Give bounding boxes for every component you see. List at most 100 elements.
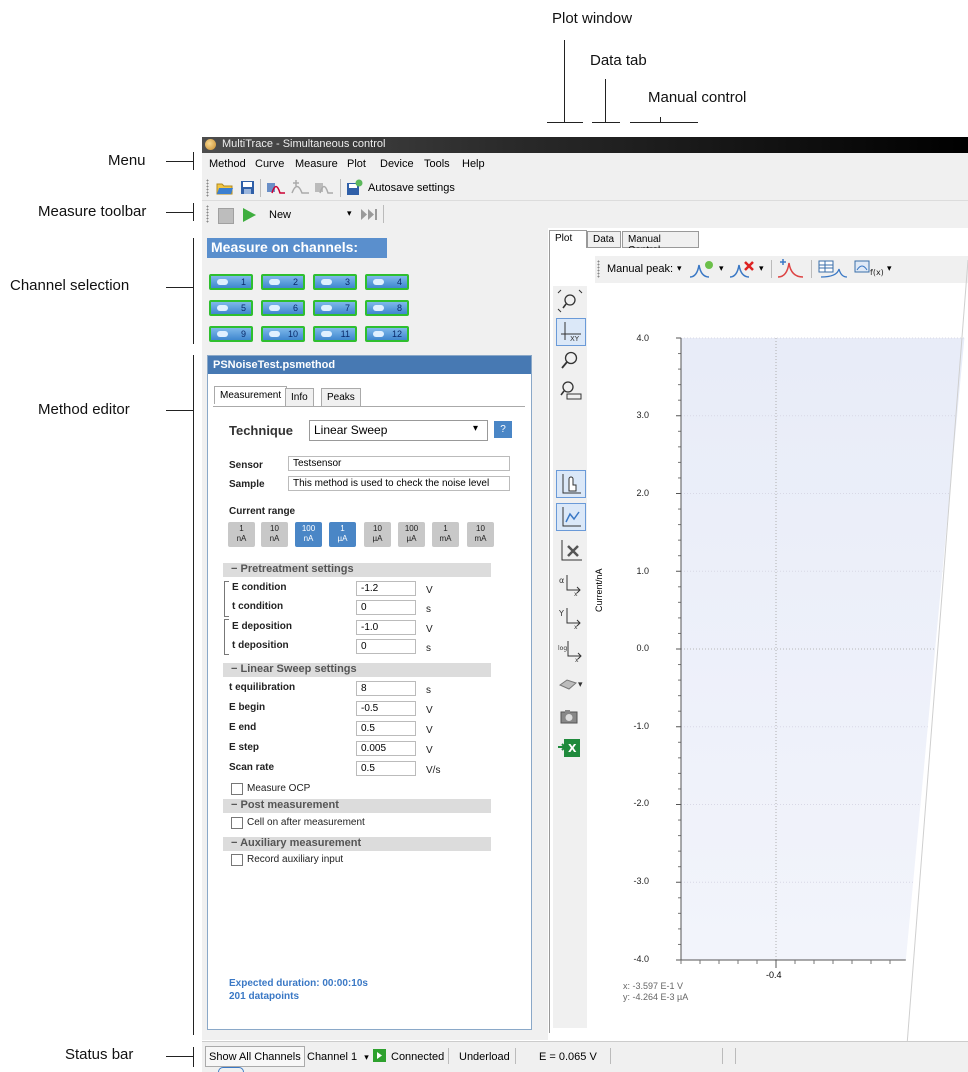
current-range-1ua[interactable]: 1 µA [329,522,356,547]
current-range-10ma[interactable]: 10 mA [467,522,494,547]
sample-input[interactable]: This method is used to check the noise l… [288,476,510,491]
tab-manual-control[interactable]: Manual Control [622,231,699,256]
tab-measurement[interactable]: Measurement [214,386,288,404]
e-deposition-input[interactable]: -1.0 [356,620,416,635]
show-points-button[interactable] [556,503,586,531]
menu-measure[interactable]: Measure [295,158,338,170]
axis-log-icon[interactable]: log x [558,638,584,662]
channel-button-12[interactable]: 12 [365,326,409,342]
menu-tools[interactable]: Tools [424,158,450,170]
menu-method[interactable]: Method [209,158,246,170]
menu-bar: Method Curve Measure Plot Device Tools H… [202,153,968,175]
channel-button-2[interactable]: 2 [261,274,305,290]
chevron-down-icon[interactable]: ▾ [719,263,724,274]
t-equilibration-input[interactable]: 8 [356,681,416,696]
channel-button-6[interactable]: 6 [261,300,305,316]
menu-help[interactable]: Help [462,158,485,170]
t-condition-label: t condition [232,601,284,612]
current-range-100na[interactable]: 100 nA [295,522,322,547]
skip-forward-icon[interactable] [360,208,378,221]
select-curve-button[interactable] [556,470,586,498]
chevron-down-icon[interactable]: ▾ [677,263,682,274]
plot-settings-icon[interactable] [558,538,584,562]
save-icon[interactable] [240,180,255,195]
axis-y-icon[interactable]: Yx [558,605,584,629]
peak-search-icon[interactable] [777,259,805,279]
t-condition-input[interactable]: 0 [356,600,416,615]
e-begin-input[interactable]: -0.5 [356,701,416,716]
toolbar-grip[interactable] [597,260,600,278]
zoom-icon[interactable] [559,350,581,372]
current-range-1ma[interactable]: 1 mA [432,522,459,547]
channel-button-11[interactable]: 11 [313,326,357,342]
sensor-input[interactable]: Testsensor [288,456,510,471]
menu-curve[interactable]: Curve [255,158,284,170]
svg-text:Y: Y [558,609,564,618]
current-range-10ua[interactable]: 10 µA [364,522,391,547]
play-icon[interactable] [241,207,257,223]
deposition-bracket [224,619,229,655]
channel-number: 3 [344,277,350,287]
e-end-input[interactable]: 0.5 [356,721,416,736]
status-separator [722,1048,723,1064]
technique-select[interactable]: Linear Sweep ▾ [309,420,488,441]
cell-on-checkbox[interactable] [231,817,243,829]
tab-info[interactable]: Info [285,388,314,406]
3d-view-icon[interactable]: ▾ [557,675,585,695]
add-peak-icon[interactable] [689,259,717,279]
channel-button-4[interactable]: 4 [365,274,409,290]
technique-help-button[interactable]: ? [494,421,512,438]
chevron-down-icon[interactable]: ▾ [887,263,892,274]
menu-device[interactable]: Device [380,158,414,170]
peak-table-icon[interactable] [817,259,849,279]
channel-button-1[interactable]: 1 [209,274,253,290]
method-select[interactable]: New ▾ [264,206,359,223]
axis-linear-icon[interactable]: αx [558,572,584,596]
e-step-input[interactable]: 0.005 [356,741,416,756]
toolbar-grip[interactable] [206,205,209,223]
linear-sweep-section-header[interactable]: − Linear Sweep settings [223,663,491,677]
open-folder-icon[interactable] [216,180,234,195]
add-curve-icon[interactable] [290,180,310,195]
measure-ocp-checkbox[interactable] [231,783,243,795]
tab-data[interactable]: Data [587,231,621,248]
curve-fit-icon[interactable]: f(x) [853,259,885,279]
show-all-channels-button[interactable]: Show All Channels [205,1046,305,1067]
zoom-x-icon[interactable] [559,380,585,402]
save-curve-icon[interactable] [314,180,334,195]
current-range-100ua[interactable]: 100 µA [398,522,425,547]
axis-xy-button[interactable]: XY [556,318,586,346]
annotation-line [193,1047,194,1067]
channel-button-3[interactable]: 3 [313,274,357,290]
e-condition-input[interactable]: -1.2 [356,581,416,596]
current-range-1na[interactable]: 1 nA [228,522,255,547]
channel-button-7[interactable]: 7 [313,300,357,316]
stop-icon[interactable] [218,208,234,224]
channel-button-5[interactable]: 5 [209,300,253,316]
remove-peak-icon[interactable] [729,259,757,279]
chevron-down-icon[interactable]: ▾ [759,263,764,274]
tab-peaks[interactable]: Peaks [321,388,361,406]
window-titlebar[interactable]: MultiTrace - Simultaneous control [202,137,968,153]
export-excel-icon[interactable]: X [557,737,583,759]
auxiliary-section-header[interactable]: − Auxiliary measurement [223,837,491,851]
tab-plot[interactable]: Plot [549,230,587,249]
channel-number: 11 [340,329,350,339]
pretreatment-section-header[interactable]: − Pretreatment settings [223,563,491,577]
current-range-10na[interactable]: 10 nA [261,522,288,547]
record-aux-checkbox[interactable] [231,854,243,866]
channel-number: 10 [287,329,298,339]
post-measurement-section-header[interactable]: − Post measurement [223,799,491,813]
channel-button-10[interactable]: 10 [261,326,305,342]
channel-selector[interactable]: Channel 1 ▾ [307,1051,369,1063]
camera-icon[interactable] [559,707,581,727]
zoom-extents-icon[interactable] [557,289,583,313]
channel-button-8[interactable]: 8 [365,300,409,316]
menu-plot[interactable]: Plot [347,158,366,170]
load-curve-icon[interactable] [266,180,286,195]
channel-button-9[interactable]: 9 [209,326,253,342]
toolbar-grip[interactable] [206,179,209,197]
cursor-x-readout: x: -3.597 E-1 V [623,981,684,991]
t-deposition-input[interactable]: 0 [356,639,416,654]
scan-rate-input[interactable]: 0.5 [356,761,416,776]
